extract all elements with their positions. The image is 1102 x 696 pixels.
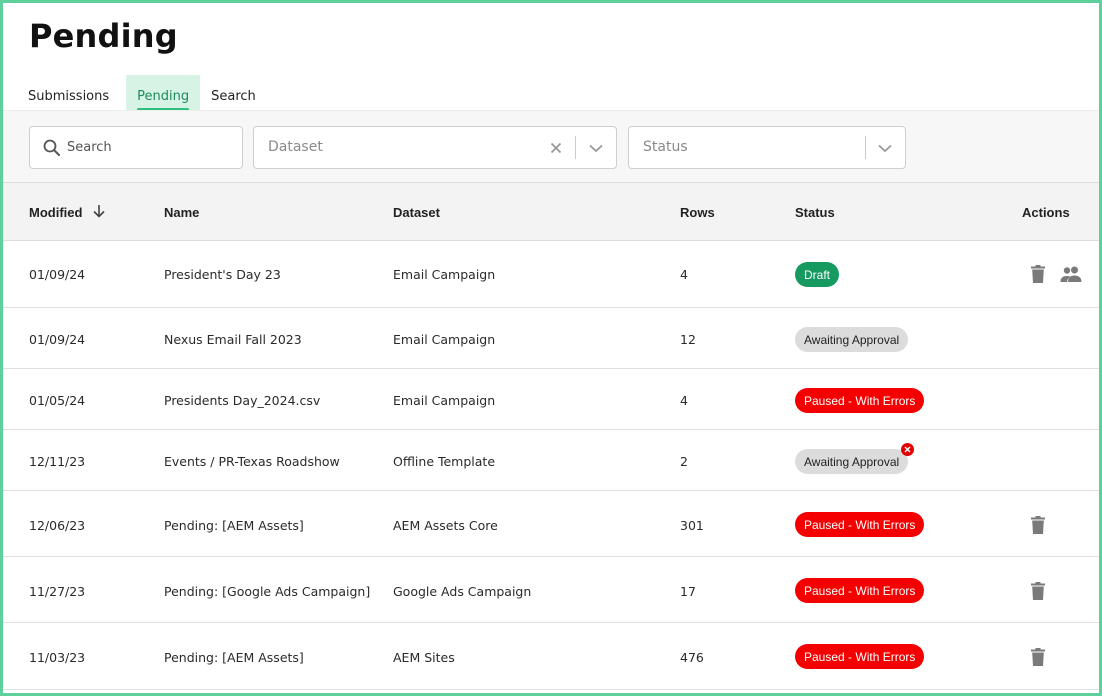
cell-name: Nexus Email Fall 2023: [164, 332, 302, 347]
cell-name: Pending: [Google Ads Campaign]: [164, 584, 371, 599]
cell-modified: 11/27/23: [29, 584, 86, 599]
table-row[interactable]: 12/06/23 Pending: [AEM Assets] AEM Asset…: [3, 491, 1099, 557]
status-badge: Paused - With Errors: [795, 512, 925, 537]
delete-icon[interactable]: [1028, 581, 1048, 601]
table-header: Modified Name Dataset Rows Status Action…: [3, 183, 1099, 241]
column-header-status[interactable]: Status: [795, 205, 835, 220]
search-input[interactable]: [67, 140, 227, 155]
column-header-rows[interactable]: Rows: [680, 205, 715, 220]
cell-rows: 12: [680, 332, 696, 347]
dataset-placeholder: Dataset: [268, 139, 323, 155]
table-row[interactable]: 11/27/23 Pending: [Google Ads Campaign] …: [3, 557, 1099, 623]
arrow-down-icon: [92, 204, 106, 221]
table-row[interactable]: 01/09/24 Nexus Email Fall 2023 Email Cam…: [3, 308, 1099, 369]
dataset-select[interactable]: Dataset: [253, 126, 617, 169]
cell-modified: 01/09/24: [29, 332, 86, 347]
chevron-down-icon[interactable]: [586, 138, 606, 158]
tab-label: Pending: [137, 89, 190, 104]
cell-name: Presidents Day_2024.csv: [164, 393, 321, 408]
cell-modified: 12/11/23: [29, 454, 86, 469]
column-label: Modified: [29, 205, 83, 220]
cell-modified: 12/06/23: [29, 518, 86, 533]
cell-dataset: Offline Template: [393, 454, 496, 469]
table-row[interactable]: 01/05/24 Presidents Day_2024.csv Email C…: [3, 369, 1099, 430]
search-field[interactable]: [29, 126, 243, 169]
cell-name: President's Day 23: [164, 267, 281, 282]
status-badge: Paused - With Errors: [795, 644, 925, 669]
cell-dataset: AEM Sites: [393, 650, 455, 665]
cell-rows: 17: [680, 584, 696, 599]
cell-modified: 11/03/23: [29, 650, 86, 665]
cell-name: Events / PR-Texas Roadshow: [164, 454, 340, 469]
close-icon[interactable]: [546, 138, 566, 158]
table-row[interactable]: 01/09/24 President's Day 23 Email Campai…: [3, 241, 1099, 308]
table-row[interactable]: 11/03/23 Pending: [AEM Assets] AEM Sites…: [3, 623, 1099, 690]
cell-dataset: AEM Assets Core: [393, 518, 498, 533]
cell-dataset: Email Campaign: [393, 332, 496, 347]
column-header-dataset[interactable]: Dataset: [393, 205, 440, 220]
status-badge-label: Awaiting Approval: [804, 454, 900, 469]
cell-rows: 4: [680, 393, 688, 408]
column-header-modified[interactable]: Modified: [29, 204, 106, 221]
error-icon[interactable]: [901, 443, 915, 456]
tab-label: Submissions: [28, 89, 110, 104]
chevron-down-icon[interactable]: [875, 138, 895, 158]
status-badge: Paused - With Errors: [795, 578, 925, 603]
select-separator: [575, 136, 576, 159]
delete-icon[interactable]: [1028, 647, 1048, 667]
cell-dataset: Email Campaign: [393, 267, 496, 282]
status-badge: Awaiting Approval: [795, 443, 915, 474]
delete-icon[interactable]: [1028, 515, 1048, 535]
status-badge: Draft: [795, 262, 840, 287]
cell-name: Pending: [AEM Assets]: [164, 650, 304, 665]
delete-icon[interactable]: [1028, 264, 1048, 284]
app-frame: Pending Submissions Pending Search Datas…: [0, 0, 1102, 696]
page-title: Pending: [29, 17, 178, 55]
cell-modified: 01/09/24: [29, 267, 86, 282]
filter-bar: Dataset Status: [3, 110, 1099, 183]
cell-rows: 2: [680, 454, 688, 469]
table-row[interactable]: 12/11/23 Events / PR-Texas Roadshow Offl…: [3, 430, 1099, 491]
column-header-actions: Actions: [1022, 205, 1070, 220]
column-header-name[interactable]: Name: [164, 205, 199, 220]
status-badge: Awaiting Approval: [795, 327, 909, 352]
status-select[interactable]: Status: [628, 126, 906, 169]
select-separator: [865, 136, 866, 159]
cell-name: Pending: [AEM Assets]: [164, 518, 304, 533]
status-placeholder: Status: [643, 139, 688, 155]
people-icon[interactable]: [1059, 264, 1083, 284]
status-badge: Paused - With Errors: [795, 388, 925, 413]
cell-modified: 01/05/24: [29, 393, 86, 408]
tab-label: Search: [211, 89, 256, 104]
cell-rows: 301: [680, 518, 704, 533]
cell-rows: 476: [680, 650, 704, 665]
cell-dataset: Google Ads Campaign: [393, 584, 532, 599]
cell-rows: 4: [680, 267, 688, 282]
cell-dataset: Email Campaign: [393, 393, 496, 408]
search-icon: [42, 138, 62, 158]
